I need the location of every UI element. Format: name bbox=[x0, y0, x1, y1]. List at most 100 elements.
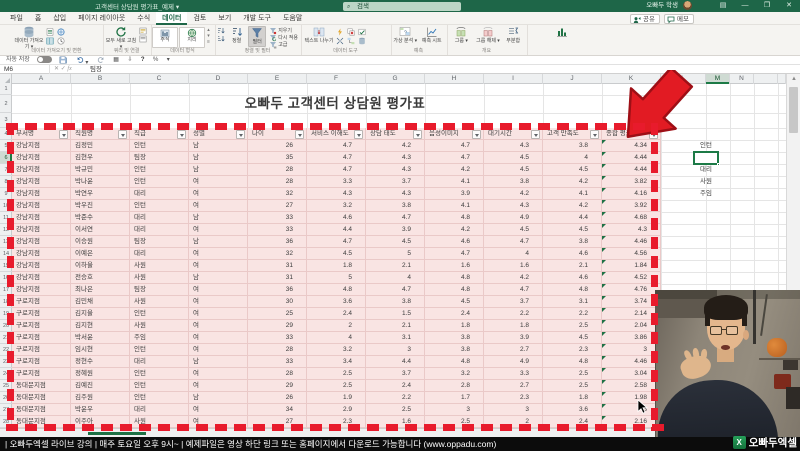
cell[interactable]: 28 bbox=[248, 344, 307, 356]
remove-duplicates-icon[interactable] bbox=[347, 28, 355, 36]
cell[interactable]: 강남지점 bbox=[12, 188, 71, 200]
cell[interactable]: 1.8 bbox=[543, 392, 602, 404]
cell[interactable]: 구로지점 bbox=[12, 332, 71, 344]
cell[interactable]: 2.2 bbox=[484, 308, 543, 320]
side-cell[interactable]: 대리 bbox=[694, 164, 718, 176]
cell[interactable]: 여 bbox=[189, 284, 248, 296]
cell[interactable]: 4.8 bbox=[307, 284, 366, 296]
cell[interactable]: 35 bbox=[248, 152, 307, 164]
cell[interactable]: 4.5 bbox=[543, 224, 602, 236]
cell[interactable]: 4.3 bbox=[366, 188, 425, 200]
filter-button[interactable] bbox=[59, 129, 68, 139]
cell[interactable]: 여 bbox=[189, 332, 248, 344]
cell[interactable]: 31 bbox=[248, 272, 307, 284]
cell[interactable]: 김현우 bbox=[71, 152, 130, 164]
cell[interactable]: 36 bbox=[248, 284, 307, 296]
filter-button[interactable] bbox=[531, 129, 540, 139]
data-analysis-button[interactable] bbox=[546, 26, 578, 38]
cell[interactable]: 김지현 bbox=[71, 320, 130, 332]
column-header-J[interactable]: J bbox=[543, 74, 602, 84]
cell[interactable]: 30 bbox=[248, 296, 307, 308]
cell[interactable]: 전승호 bbox=[71, 272, 130, 284]
close-button[interactable]: ✕ bbox=[778, 0, 800, 12]
comments-button[interactable]: 메모 bbox=[664, 13, 694, 24]
column-header-E[interactable]: E bbox=[248, 74, 307, 84]
tab-보기[interactable]: 보기 bbox=[212, 12, 237, 25]
cell[interactable]: 인턴 bbox=[130, 380, 189, 392]
cell[interactable]: 4 bbox=[484, 248, 543, 260]
cell[interactable]: 3 bbox=[484, 404, 543, 416]
cell[interactable]: 인턴 bbox=[130, 200, 189, 212]
tab-검토[interactable]: 검토 bbox=[187, 12, 212, 25]
ungroup-button[interactable]: 그룹 해제 ▾ bbox=[476, 26, 501, 45]
cell[interactable]: 32 bbox=[248, 188, 307, 200]
filter-button[interactable] bbox=[354, 129, 363, 139]
cell[interactable]: 2 bbox=[307, 320, 366, 332]
fx-icon[interactable]: fx bbox=[67, 66, 71, 72]
filter-button[interactable]: 필터 bbox=[248, 26, 267, 47]
cell[interactable]: 대리 bbox=[130, 356, 189, 368]
name-box[interactable]: M6 bbox=[0, 65, 50, 74]
cell[interactable]: 강남지점 bbox=[12, 140, 71, 152]
cell[interactable]: 4.2 bbox=[543, 200, 602, 212]
cell[interactable]: 31 bbox=[248, 260, 307, 272]
cell[interactable]: 4.7 bbox=[484, 284, 543, 296]
cell[interactable]: 2.5 bbox=[543, 368, 602, 380]
cell[interactable]: 4.6 bbox=[543, 248, 602, 260]
relationships-icon[interactable] bbox=[347, 37, 355, 45]
enter-icon[interactable]: ✓ bbox=[61, 66, 66, 72]
tab-삽입[interactable]: 삽입 bbox=[47, 12, 72, 25]
cell[interactable]: 인턴 bbox=[130, 140, 189, 152]
column-header-F[interactable]: F bbox=[307, 74, 366, 84]
cell[interactable]: 김예진 bbox=[71, 380, 130, 392]
cell[interactable]: 3.8 bbox=[543, 140, 602, 152]
cell[interactable]: 팀장 bbox=[130, 284, 189, 296]
cell[interactable]: 4.5 bbox=[425, 296, 484, 308]
cell[interactable]: 33 bbox=[248, 356, 307, 368]
cell[interactable]: 주임 bbox=[130, 332, 189, 344]
cell[interactable]: 4.5 bbox=[366, 236, 425, 248]
scrollbar-thumb[interactable] bbox=[789, 87, 798, 133]
cell[interactable]: 여 bbox=[189, 296, 248, 308]
tab-페이지 레이아웃[interactable]: 페이지 레이아웃 bbox=[72, 12, 131, 25]
cell[interactable]: 1.9 bbox=[307, 392, 366, 404]
cell[interactable]: 4.3 bbox=[484, 200, 543, 212]
cell[interactable]: 2.5 bbox=[543, 320, 602, 332]
cell[interactable]: 4.3 bbox=[307, 188, 366, 200]
cell[interactable]: 4.7 bbox=[425, 152, 484, 164]
cell[interactable]: 대리 bbox=[130, 248, 189, 260]
cell[interactable]: 26 bbox=[248, 392, 307, 404]
cell[interactable]: 3.2 bbox=[307, 200, 366, 212]
column-header-I[interactable]: I bbox=[484, 74, 543, 84]
cell[interactable]: 4.2 bbox=[543, 176, 602, 188]
column-header-M[interactable]: M bbox=[706, 74, 730, 84]
cell[interactable]: 4.7 bbox=[307, 152, 366, 164]
cell[interactable]: 강남지점 bbox=[12, 212, 71, 224]
cell[interactable]: 여 bbox=[189, 368, 248, 380]
column-header-A[interactable]: A bbox=[12, 74, 71, 84]
cell[interactable]: 여 bbox=[189, 200, 248, 212]
cell[interactable]: 2.5 bbox=[543, 380, 602, 392]
cell[interactable]: 박규민 bbox=[71, 164, 130, 176]
cell[interactable]: 4.7 bbox=[484, 236, 543, 248]
cell[interactable]: 인턴 bbox=[130, 344, 189, 356]
cell[interactable]: 강남지점 bbox=[12, 248, 71, 260]
cell[interactable]: 남 bbox=[189, 164, 248, 176]
autosave-toggle[interactable] bbox=[36, 56, 52, 63]
cell[interactable]: 4.6 bbox=[307, 212, 366, 224]
cell[interactable]: 4.8 bbox=[543, 356, 602, 368]
cell[interactable]: 26 bbox=[248, 140, 307, 152]
cell[interactable]: 4.4 bbox=[366, 356, 425, 368]
from-text-csv-icon[interactable] bbox=[46, 28, 54, 36]
cell[interactable]: 3 bbox=[425, 404, 484, 416]
cell[interactable]: 강남지점 bbox=[12, 236, 71, 248]
qat-sort-icon[interactable]: ⇩ bbox=[127, 56, 132, 64]
cell[interactable]: 1.8 bbox=[484, 320, 543, 332]
data-model-icon[interactable] bbox=[358, 37, 366, 45]
cell[interactable]: 3.3 bbox=[307, 176, 366, 188]
cell[interactable]: 김주원 bbox=[71, 392, 130, 404]
cell[interactable]: 4 bbox=[307, 332, 366, 344]
cell[interactable]: 강남지점 bbox=[12, 272, 71, 284]
filter-button[interactable] bbox=[118, 129, 127, 139]
cell[interactable]: 3.9 bbox=[425, 188, 484, 200]
